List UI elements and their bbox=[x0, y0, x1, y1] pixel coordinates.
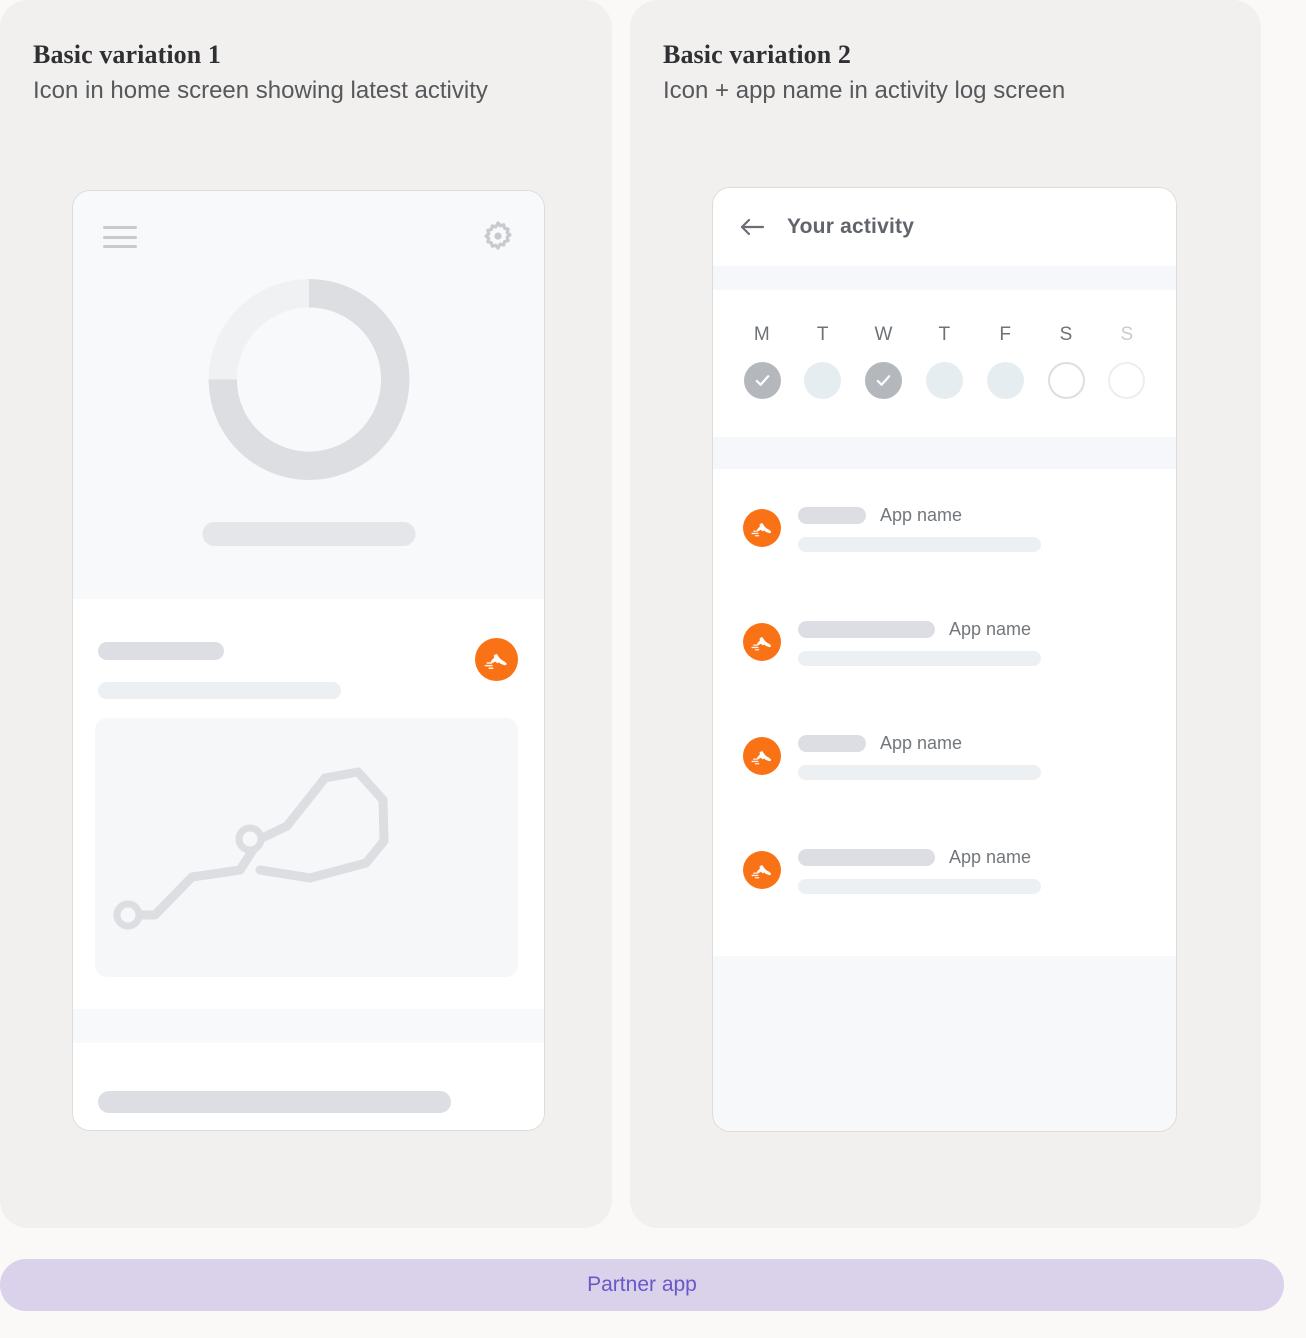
weekday-saturday[interactable]: S bbox=[1045, 324, 1087, 399]
weekday-tuesday[interactable]: T bbox=[802, 324, 844, 399]
route-map-illustration bbox=[95, 718, 518, 977]
activity-header: Your activity bbox=[713, 188, 1176, 266]
hero-placeholder-bar bbox=[202, 522, 415, 546]
panel-2-subtitle: Icon + app name in activity log screen bbox=[663, 77, 1066, 104]
panel-2-title: Basic variation 2 bbox=[663, 40, 852, 69]
activity-title-placeholder bbox=[798, 848, 935, 866]
weekday-status-dot[interactable] bbox=[865, 362, 903, 399]
activity-subtitle-placeholder bbox=[98, 682, 341, 699]
panel-1-title: Basic variation 1 bbox=[33, 40, 222, 69]
home-section-divider bbox=[73, 1009, 544, 1043]
activity-list: App name App name App name App name bbox=[713, 469, 1176, 941]
running-shoe-icon[interactable] bbox=[475, 638, 518, 681]
activity-title-placeholder bbox=[798, 734, 866, 752]
running-shoe-icon bbox=[743, 737, 781, 775]
list-item-title-row: App name bbox=[798, 733, 1146, 754]
weekday-status-dot[interactable] bbox=[1108, 362, 1146, 399]
gear-icon[interactable] bbox=[480, 219, 516, 255]
variation-panels: Basic variation 1 Icon in home screen sh… bbox=[0, 0, 1261, 1228]
activity-detail-placeholder bbox=[798, 764, 1041, 780]
hamburger-menu-icon[interactable] bbox=[103, 226, 137, 248]
list-item[interactable]: App name bbox=[713, 613, 1176, 671]
weekday-tracker: M T W T F S S bbox=[713, 290, 1176, 437]
panel-basic-variation-2: Basic variation 2 Icon + app name in act… bbox=[630, 0, 1261, 1228]
list-item-body: App name bbox=[798, 847, 1146, 894]
partner-app-label: Partner app bbox=[587, 1273, 697, 1296]
weekday-label: W bbox=[874, 324, 893, 345]
list-item[interactable]: App name bbox=[713, 727, 1176, 785]
list-item-body: App name bbox=[798, 505, 1146, 552]
weekday-status-dot[interactable] bbox=[986, 362, 1024, 399]
running-shoe-icon bbox=[743, 851, 781, 889]
weekday-status-dot[interactable] bbox=[925, 362, 963, 399]
back-arrow-icon[interactable] bbox=[739, 216, 765, 238]
weekday-label: S bbox=[1120, 324, 1134, 345]
header-divider-band bbox=[713, 266, 1176, 290]
activity-title-placeholder bbox=[98, 642, 224, 660]
list-item[interactable]: App name bbox=[713, 841, 1176, 899]
app-name-label: App name bbox=[880, 732, 963, 753]
footer-placeholder-bar-1 bbox=[98, 1091, 451, 1113]
home-hero-section bbox=[73, 191, 544, 599]
weekday-status-dot[interactable] bbox=[743, 362, 781, 399]
weekday-label: T bbox=[938, 324, 951, 345]
activity-title-placeholder bbox=[798, 506, 866, 524]
list-item-body: App name bbox=[798, 619, 1146, 666]
phone-mockup-home-screen bbox=[72, 190, 545, 1131]
list-item-title-row: App name bbox=[798, 619, 1146, 640]
running-shoe-icon bbox=[743, 509, 781, 547]
phone-mockup-activity-log: Your activity M T W T F S S App name App… bbox=[712, 187, 1177, 1132]
home-activity-card-section bbox=[73, 599, 544, 1130]
weekday-sunday[interactable]: S bbox=[1106, 324, 1148, 399]
activity-detail-placeholder bbox=[798, 878, 1041, 894]
app-name-label: App name bbox=[880, 504, 963, 525]
weekday-label: S bbox=[1059, 324, 1073, 345]
activity-progress-ring bbox=[208, 279, 409, 480]
activity-title-placeholder bbox=[798, 620, 935, 638]
weekday-monday[interactable]: M bbox=[741, 324, 783, 399]
list-item-body: App name bbox=[798, 733, 1146, 780]
panel-1-heading: Basic variation 1 Icon in home screen sh… bbox=[33, 38, 488, 108]
running-shoe-icon bbox=[743, 623, 781, 661]
partner-app-footer: Partner app bbox=[0, 1259, 1284, 1311]
weekday-label: T bbox=[816, 324, 829, 345]
weekday-friday[interactable]: F bbox=[984, 324, 1026, 399]
app-name-label: App name bbox=[949, 846, 1032, 867]
activity-detail-placeholder bbox=[798, 650, 1041, 666]
weekday-label: M bbox=[753, 324, 771, 345]
weekday-status-dot[interactable] bbox=[1047, 362, 1085, 399]
weekday-label: F bbox=[999, 324, 1012, 345]
weekday-thursday[interactable]: T bbox=[923, 324, 965, 399]
activity-empty-area bbox=[713, 956, 1176, 1131]
app-name-label: App name bbox=[949, 618, 1032, 639]
weekday-wednesday[interactable]: W bbox=[863, 324, 905, 399]
list-item-title-row: App name bbox=[798, 505, 1146, 526]
activity-detail-placeholder bbox=[798, 536, 1041, 552]
list-divider-band bbox=[713, 437, 1176, 469]
panel-basic-variation-1: Basic variation 1 Icon in home screen sh… bbox=[0, 0, 612, 1228]
list-item-title-row: App name bbox=[798, 847, 1146, 868]
page-title: Your activity bbox=[787, 215, 915, 238]
weekday-status-dot[interactable] bbox=[804, 362, 842, 399]
list-item[interactable]: App name bbox=[713, 499, 1176, 557]
panel-2-heading: Basic variation 2 Icon + app name in act… bbox=[663, 38, 1065, 108]
panel-1-subtitle: Icon in home screen showing latest activ… bbox=[33, 77, 488, 104]
